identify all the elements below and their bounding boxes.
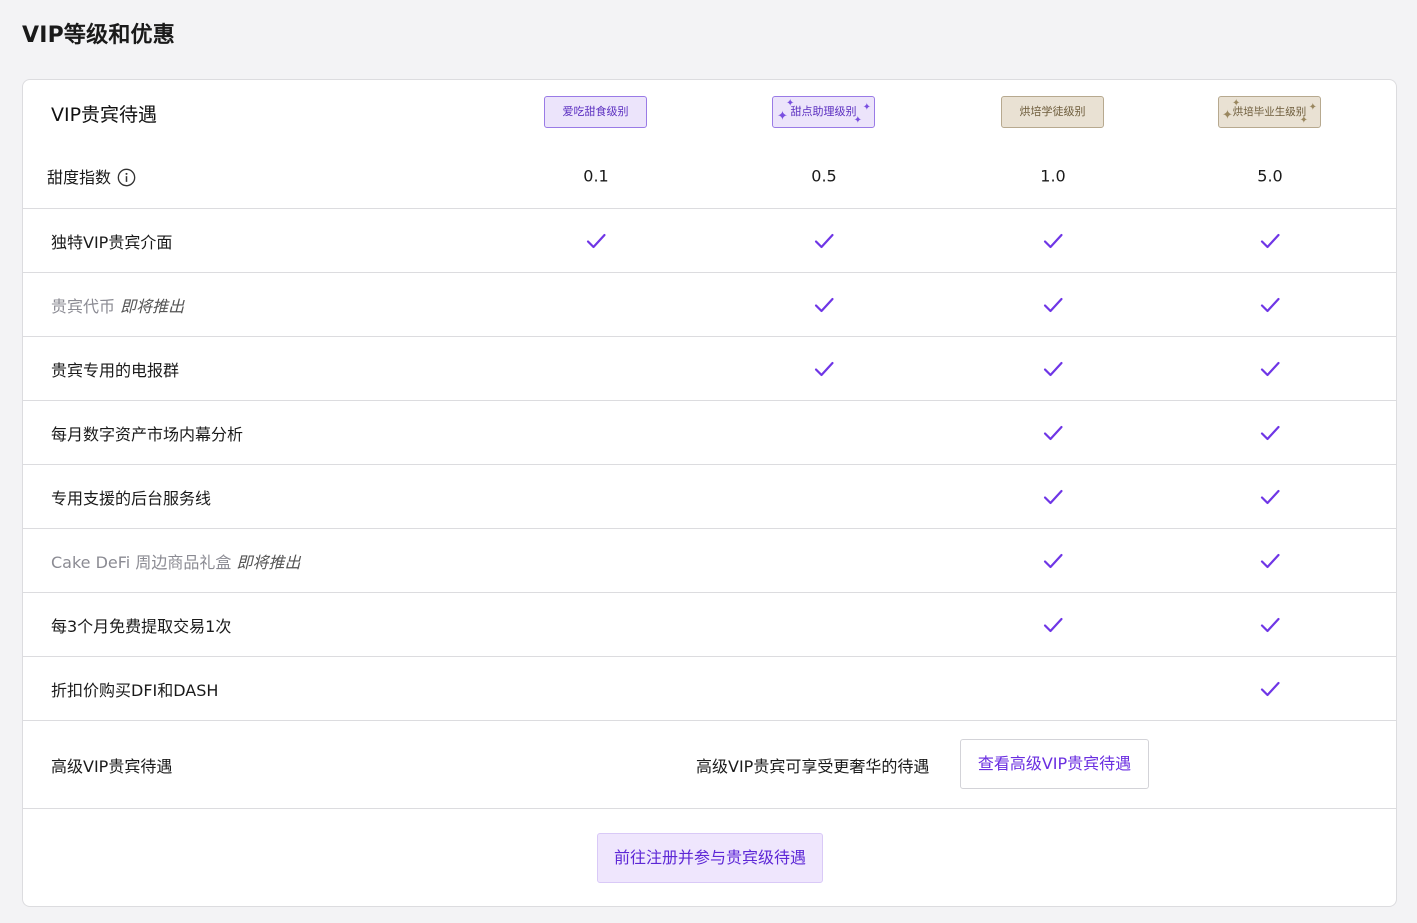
register-cta-button[interactable]: 前往注册并参与贵宾级待遇 [597,833,823,883]
coming-soon-tag: 即将推出 [236,552,301,572]
check-icon [1258,229,1282,253]
check-icon [1258,421,1282,445]
check-icon [1258,613,1282,637]
benefit-row: Cake DeFi 周边商品礼盒 即将推出 [23,528,1396,592]
benefit-label-text: 专用支援的后台服务线 [51,488,212,508]
check-icon [1258,293,1282,317]
sweetness-index-label: 甜度指数 [47,164,136,188]
benefit-label-text: 每3个月免费提取交易1次 [51,616,232,636]
benefit-label: 贵宾代币 即将推出 [51,293,184,317]
sweetness-value: 0.5 [811,166,837,186]
tier-badge-1: 爱吃甜食级别 [544,96,647,128]
check-icon [1041,421,1065,445]
sparkle-icon: ✦ [1222,108,1233,123]
check-icon [1041,549,1065,573]
check-icon [812,293,836,317]
sweetness-value: 5.0 [1257,166,1283,186]
sweetness-index-text: 甜度指数 [47,168,112,187]
page-title: VIP等级和优惠 [22,23,175,48]
check-icon [584,229,608,253]
coming-soon-tag: 即将推出 [120,296,185,316]
benefit-row: 专用支援的后台服务线 [23,464,1396,528]
benefit-label-text: 贵宾专用的电报群 [51,360,180,380]
check-icon [1258,357,1282,381]
check-icon [812,229,836,253]
benefit-label: 每月数字资产市场内幕分析 [51,421,243,445]
benefit-label: 贵宾专用的电报群 [51,357,179,381]
check-icon [1258,677,1282,701]
benefit-row: 每月数字资产市场内幕分析 [23,400,1396,464]
tier-badge-3: 烘培学徒级别 [1001,96,1104,128]
view-advanced-vip-button[interactable]: 查看高级VIP贵宾待遇 [960,739,1149,789]
vip-benefits-card: VIP贵宾待遇 爱吃甜食级别 ✦ ✦ ✦ ✦ 甜点助理级别 烘培学徒级别 ✦ ✦… [22,79,1397,907]
check-icon [1041,613,1065,637]
benefit-row: 贵宾专用的电报群 [23,336,1396,400]
benefit-row: 独特VIP贵宾介面 [23,208,1396,272]
check-icon [1041,293,1065,317]
benefit-label: 每3个月免费提取交易1次 [51,613,231,637]
benefit-label-text: Cake DeFi 周边商品礼盒 [51,552,237,572]
benefit-label: Cake DeFi 周边商品礼盒 即将推出 [51,549,300,573]
sweetness-value: 0.1 [583,166,609,186]
tier-header-row: VIP贵宾待遇 爱吃甜食级别 ✦ ✦ ✦ ✦ 甜点助理级别 烘培学徒级别 ✦ ✦… [23,80,1396,144]
advanced-vip-label: 高级VIP贵宾待遇 [51,756,173,776]
benefit-label: 独特VIP贵宾介面 [51,229,172,253]
check-icon [812,357,836,381]
benefit-label-text: 贵宾代币 [51,296,121,316]
sweetness-index-row: 甜度指数 0.1 0.5 1.0 5.0 [23,144,1396,208]
sparkle-icon: ✦ [777,109,788,124]
benefit-row: 折扣价购买DFI和DASH [23,656,1396,720]
tier-badge-4: ✦ ✦ ✦ ✦ 烘培毕业生级别 [1218,96,1321,128]
benefit-label-text: 折扣价购买DFI和DASH [51,680,219,700]
footer-row: 前往注册并参与贵宾级待遇 [23,808,1396,906]
benefit-label-text: 独特VIP贵宾介面 [51,232,173,252]
advanced-vip-row: 高级VIP贵宾待遇 高级VIP贵宾可享受更奢华的待遇 查看高级VIP贵宾待遇 [23,720,1396,808]
vip-benefits-title: VIP贵宾待遇 [51,104,158,126]
benefit-row: 贵宾代币 即将推出 [23,272,1396,336]
advanced-vip-description: 高级VIP贵宾可享受更奢华的待遇 [696,756,930,776]
tier-badge-2: ✦ ✦ ✦ ✦ 甜点助理级别 [772,96,875,128]
sweetness-value: 1.0 [1040,166,1066,186]
benefit-row: 每3个月免费提取交易1次 [23,592,1396,656]
benefit-label-text: 每月数字资产市场内幕分析 [51,424,244,444]
tier-badge-label: 烘培学徒级别 [1019,105,1086,118]
sparkle-icon: ✦ [1308,102,1317,113]
check-icon [1258,549,1282,573]
tier-badge-label: 烘培毕业生级别 [1232,106,1307,118]
tier-badge-label: 爱吃甜食级别 [562,105,629,118]
check-icon [1258,485,1282,509]
check-icon [1041,357,1065,381]
check-icon [1041,229,1065,253]
info-icon[interactable] [117,168,136,187]
tier-badge-label: 甜点助理级别 [790,105,857,118]
benefit-label: 折扣价购买DFI和DASH [51,677,218,701]
benefit-label: 专用支援的后台服务线 [51,485,211,509]
sparkle-icon: ✦ [862,102,871,113]
check-icon [1041,485,1065,509]
